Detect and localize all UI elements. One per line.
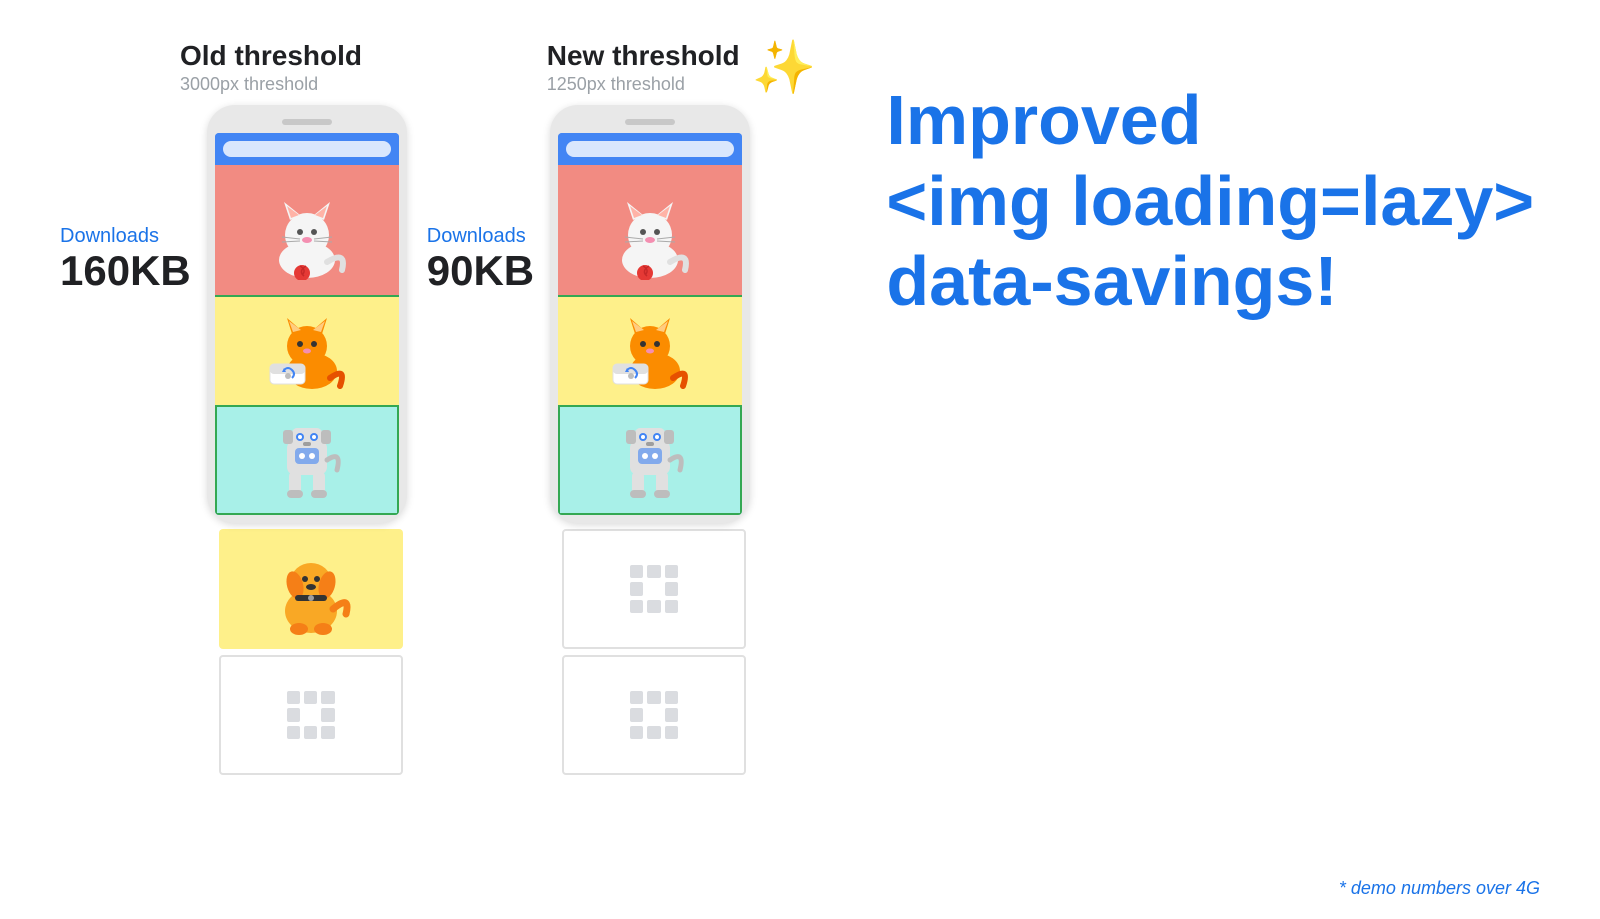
new-below-phone xyxy=(554,529,746,775)
golden-dog-icon xyxy=(271,539,351,639)
old-phone-screen xyxy=(215,133,399,515)
phone-speaker xyxy=(282,119,332,125)
old-threshold-title: Old threshold xyxy=(180,40,362,72)
headline-section: Improved <img loading=lazy> data-savings… xyxy=(886,40,1534,322)
new-cat-orange-icon xyxy=(605,306,695,396)
cat-orange-icon xyxy=(262,306,352,396)
old-downloads-size: 160KB xyxy=(60,248,191,294)
spinner-icon-new-1 xyxy=(630,565,678,613)
old-dog-yellow-card xyxy=(219,529,403,649)
new-loading-card-1 xyxy=(562,529,746,649)
new-downloads-label: Downloads xyxy=(427,225,526,248)
new-loading-card-2 xyxy=(562,655,746,775)
new-cat-orange-card xyxy=(558,295,742,405)
old-loading-card xyxy=(219,655,403,775)
phone-url-bar xyxy=(223,141,391,157)
phone-header-bar xyxy=(215,133,399,165)
headline-line3: data-savings! xyxy=(886,242,1337,320)
old-phone-frame xyxy=(207,105,407,523)
new-phone-screen xyxy=(558,133,742,515)
spinner-icon-new-2 xyxy=(630,691,678,739)
old-threshold-subtitle: 3000px threshold xyxy=(180,74,362,95)
headline-line1: Improved xyxy=(886,81,1201,159)
new-threshold-title: New threshold xyxy=(547,40,740,72)
new-phone-speaker xyxy=(625,119,675,125)
demo-note: * demo numbers over 4G xyxy=(1339,878,1540,899)
new-phone-frame xyxy=(550,105,750,523)
cat-red-card xyxy=(215,165,399,295)
cat-white-icon xyxy=(262,180,352,280)
new-threshold-subtitle: 1250px threshold xyxy=(547,74,740,95)
new-phone-url-bar xyxy=(566,141,734,157)
old-downloads-label: Downloads xyxy=(60,225,159,248)
cat-orange-card xyxy=(215,295,399,405)
new-robot-dog-card xyxy=(558,405,742,515)
headline-text: Improved <img loading=lazy> data-savings… xyxy=(886,80,1534,322)
old-below-phone xyxy=(211,529,403,775)
headline-line2: <img loading=lazy> xyxy=(886,162,1534,240)
new-downloads-size: 90KB xyxy=(427,248,534,294)
robot-dog-card xyxy=(215,405,399,515)
robot-dog-icon xyxy=(267,410,347,510)
new-cat-red-card xyxy=(558,165,742,295)
sparkle-icon: ✨ xyxy=(752,42,817,94)
spinner-icon-old xyxy=(287,691,335,739)
new-phone-header-bar xyxy=(558,133,742,165)
new-cat-white-icon xyxy=(605,180,695,280)
new-robot-dog-icon xyxy=(610,410,690,510)
